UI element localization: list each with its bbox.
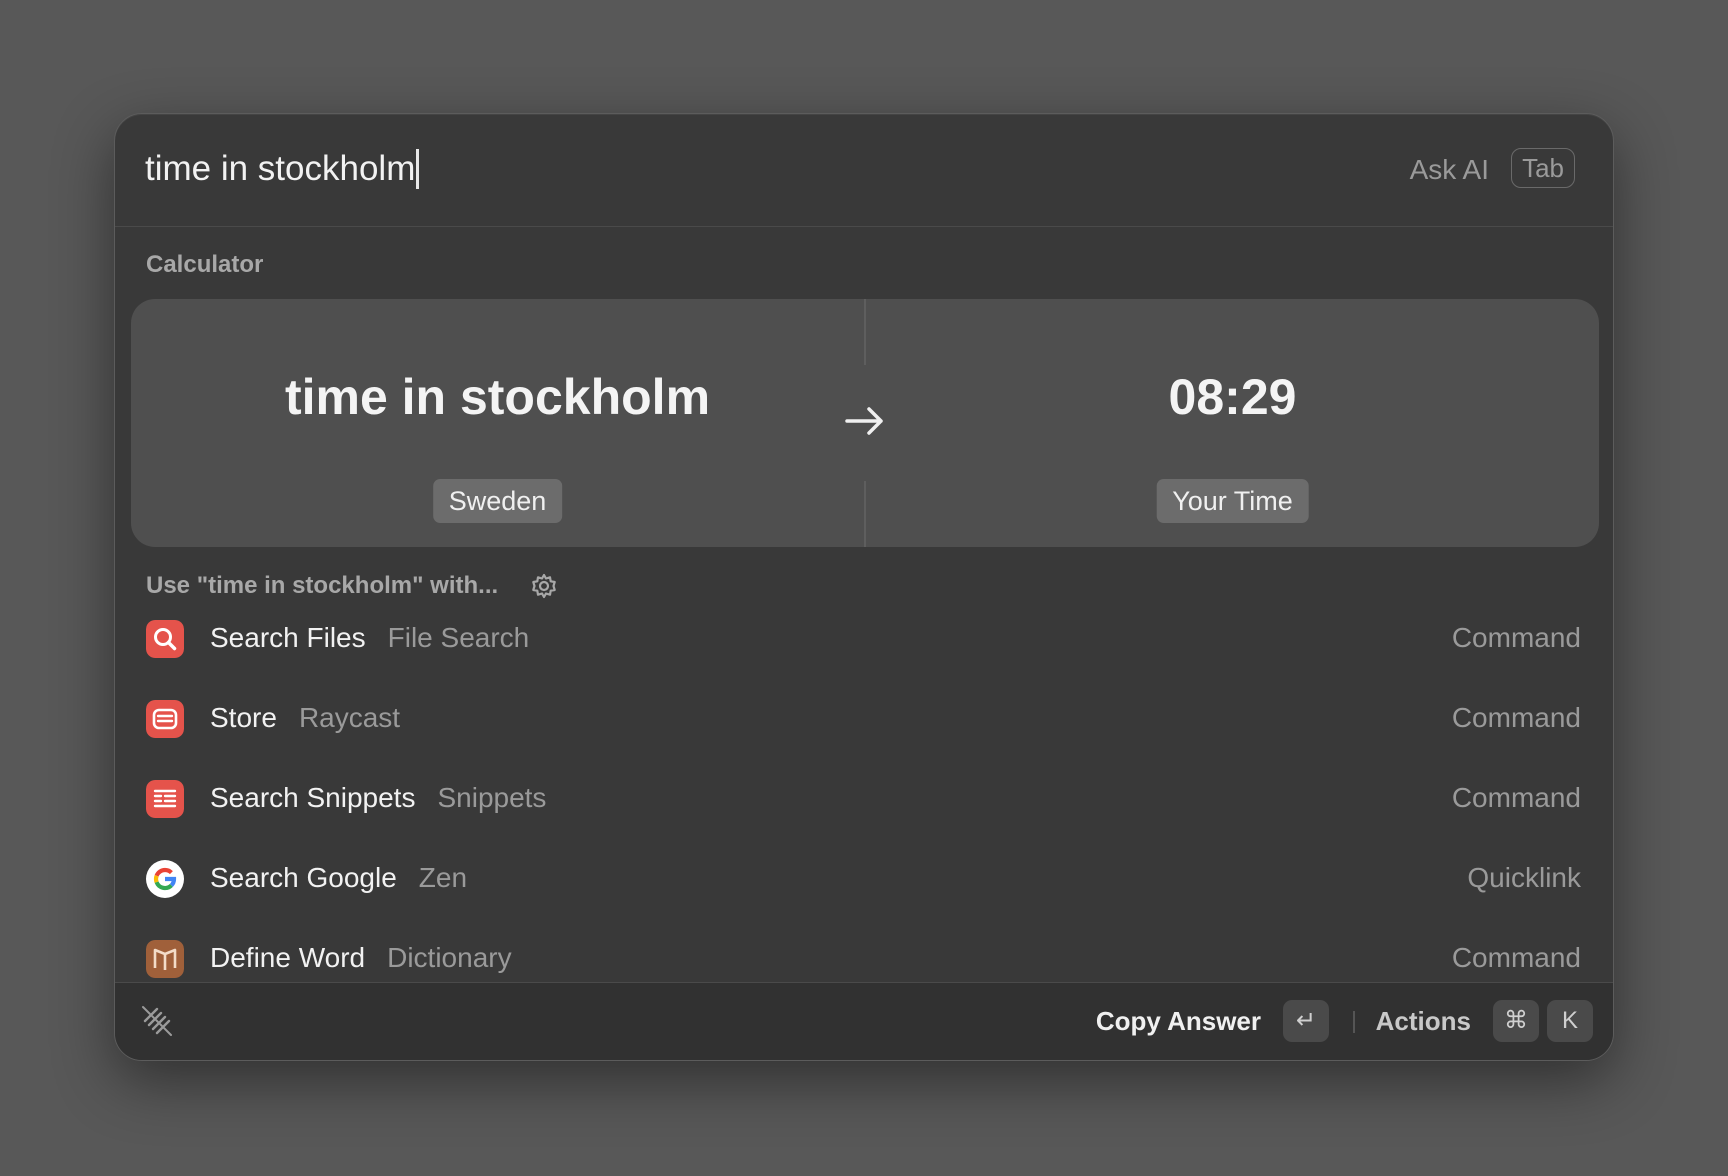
timezone-badge: Sweden — [432, 479, 563, 523]
list-item[interactable]: Search Google Zen Quicklink — [115, 840, 1613, 920]
ask-ai-button[interactable]: Ask AI — [1410, 150, 1489, 190]
list-item-subtitle: File Search — [387, 622, 530, 653]
list-item-type: Command — [1451, 702, 1581, 733]
list-item-title: Search Files — [210, 622, 366, 653]
list-item[interactable]: Define Word Dictionary Command — [115, 920, 1613, 985]
action-bar: Copy Answer ↵ Actions ⌘ K — [115, 982, 1613, 1060]
snippets-icon — [146, 780, 184, 818]
result-badge: Your Time — [1156, 479, 1309, 523]
raycast-logo-icon — [142, 1006, 172, 1036]
results-list: Search Files File Search Command Store Ray… — [115, 600, 1613, 985]
list-item-subtitle: Raycast — [298, 702, 401, 733]
footer-separator — [1353, 1011, 1355, 1033]
list-item[interactable]: Store Raycast Command — [115, 680, 1613, 760]
command-key-hint: ⌘ — [1493, 1000, 1539, 1042]
calculator-input-panel: time in stockholm Sweden — [131, 299, 864, 547]
gear-icon[interactable] — [530, 572, 558, 600]
tab-key-hint: Tab — [1511, 148, 1575, 188]
copy-answer-button[interactable]: Copy Answer — [1096, 1001, 1261, 1041]
list-item-type: Quicklink — [1467, 862, 1581, 893]
list-item[interactable]: Search Files File Search Command — [115, 600, 1613, 680]
list-item-type: Command — [1451, 942, 1581, 973]
list-item-title: Store — [210, 702, 277, 733]
store-icon — [146, 700, 184, 738]
list-item-title: Search Snippets — [210, 782, 416, 813]
google-icon — [146, 860, 184, 898]
k-key-hint: K — [1547, 1000, 1593, 1042]
search-bar: time in stockholm Ask AI Tab — [115, 114, 1613, 227]
list-item-subtitle: Snippets — [437, 782, 547, 813]
dictionary-icon — [146, 940, 184, 978]
calculator-result-panel: 08:29 Your Time — [866, 299, 1599, 547]
calculator-result-card[interactable]: time in stockholm Sweden 08:29 Your Time — [131, 299, 1599, 547]
actions-button[interactable]: Actions — [1376, 1001, 1471, 1041]
list-item-title: Search Google — [210, 862, 397, 893]
search-input[interactable]: time in stockholm — [145, 144, 1295, 194]
list-item-title: Define Word — [210, 942, 366, 973]
launcher-window: time in stockholm Ask AI Tab Calculator … — [114, 113, 1614, 1061]
enter-key-hint: ↵ — [1283, 1000, 1329, 1042]
use-with-label: Use "time in stockholm" with... — [146, 572, 499, 599]
list-item-type: Command — [1451, 782, 1581, 813]
text-caret — [416, 149, 420, 189]
list-item-subtitle: Dictionary — [387, 942, 512, 973]
list-item-type: Command — [1451, 622, 1581, 653]
calculator-section-title: Calculator — [146, 251, 264, 278]
search-query: time in stockholm — [145, 149, 416, 188]
search-files-icon — [146, 620, 184, 658]
list-item[interactable]: Search Snippets Snippets Command — [115, 760, 1613, 840]
list-item-subtitle: Zen — [418, 862, 468, 893]
calculator-result: 08:29 — [1168, 369, 1297, 425]
use-with-header: Use "time in stockholm" with... — [146, 572, 558, 600]
calculator-input: time in stockholm — [284, 369, 711, 425]
